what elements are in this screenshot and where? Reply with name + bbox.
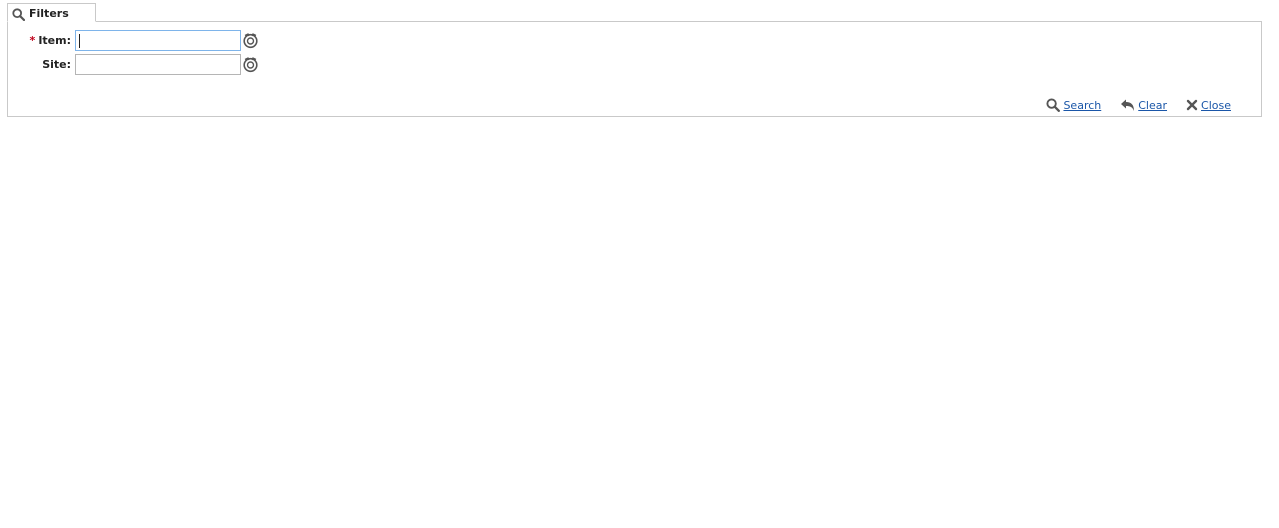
text-caret (79, 34, 80, 48)
undo-icon (1121, 99, 1135, 111)
item-input[interactable] (75, 30, 241, 51)
close-button[interactable]: Close (1186, 99, 1231, 112)
search-icon (1046, 98, 1061, 112)
site-row: Site: (8, 54, 268, 76)
site-label: Site: (42, 58, 71, 71)
search-icon (12, 8, 25, 21)
filters-body: * Item: Site: Search Clear Close (7, 21, 1262, 117)
close-link[interactable]: Close (1201, 99, 1231, 112)
clear-button[interactable]: Clear (1120, 98, 1167, 112)
tab-filters[interactable]: Filters (7, 3, 96, 22)
search-button[interactable]: Search (1046, 98, 1101, 112)
site-input[interactable] (75, 54, 241, 75)
close-icon (1186, 99, 1198, 111)
item-lookup-icon[interactable] (242, 32, 259, 49)
required-marker: * (29, 34, 36, 47)
search-link[interactable]: Search (1063, 99, 1101, 112)
tab-filters-label: Filters (29, 7, 69, 20)
item-row: * Item: (8, 30, 268, 52)
item-label: * Item: (29, 34, 71, 47)
clear-link[interactable]: Clear (1138, 99, 1167, 112)
site-lookup-icon[interactable] (242, 56, 259, 73)
filter-actions: Search Clear Close (1027, 97, 1231, 113)
